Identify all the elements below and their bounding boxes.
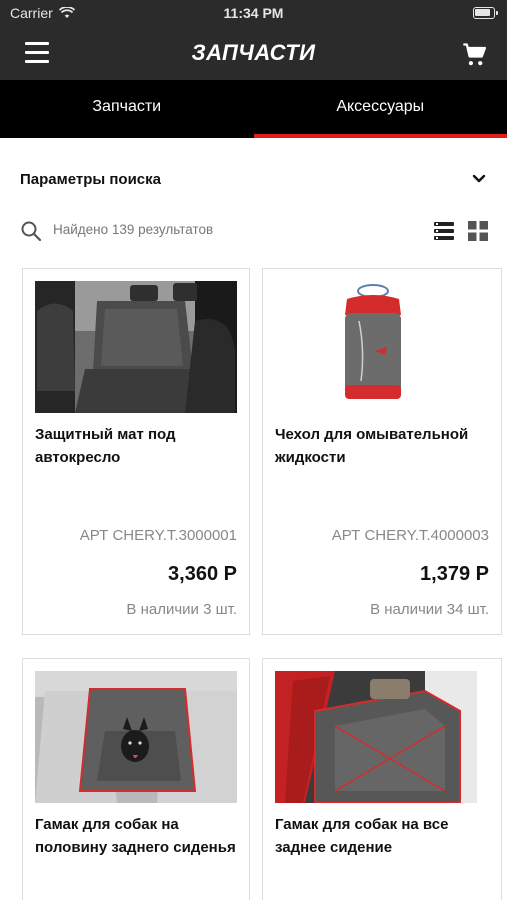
list-view-icon[interactable]: [433, 220, 455, 242]
product-card[interactable]: Гамак для собак на все заднее сидение: [262, 658, 502, 900]
tab-accessories[interactable]: Аксессуары: [253, 80, 507, 138]
status-bar: Carrier 11:34 PM: [0, 0, 507, 28]
product-card[interactable]: Защитный мат под автокресло АРТ CHERY.T.…: [22, 268, 250, 635]
cart-button[interactable]: [461, 41, 489, 69]
product-stock: В наличии 3 шт.: [126, 601, 237, 618]
product-title: Чехол для омывательной жидкости: [275, 426, 469, 466]
product-image-washer-fluid-bag: [275, 281, 477, 413]
product-title: Защитный мат под автокресло: [35, 426, 176, 466]
battery-icon: [473, 7, 498, 19]
status-time: 11:34 PM: [223, 5, 284, 21]
search-parameters-label: Параметры поиска: [20, 171, 161, 188]
product-image-seat-mat: [35, 281, 237, 413]
product-image-dog-hammock-half: [35, 671, 237, 803]
product-stock: В наличии 34 шт.: [370, 601, 489, 618]
product-sku: АРТ CHERY.T.4000003: [331, 527, 489, 544]
app-title: ЗАПЧАСТИ: [191, 40, 316, 65]
nav-bar: ЗАПЧАСТИ: [0, 28, 507, 80]
grid-view-icon[interactable]: [467, 220, 489, 242]
product-title: Гамак для собак на половину заднего сиде…: [35, 816, 236, 856]
results-row: Найдено 139 результатов: [0, 216, 507, 246]
cart-icon: [463, 43, 487, 66]
product-card[interactable]: Чехол для омывательной жидкости АРТ CHER…: [262, 268, 502, 635]
tab-parts[interactable]: Запчасти: [0, 80, 254, 138]
chevron-down-icon: [472, 174, 486, 183]
product-card[interactable]: Гамак для собак на половину заднего сиде…: [22, 658, 250, 900]
product-image-dog-hammock-full: [275, 671, 477, 803]
product-sku: АРТ CHERY.T.3000001: [79, 527, 237, 544]
tab-bar: Запчасти Аксессуары: [0, 80, 507, 138]
search-icon[interactable]: [20, 220, 42, 242]
results-count: Найдено 139 результатов: [53, 222, 214, 237]
product-title: Гамак для собак на все заднее сидение: [275, 816, 449, 856]
product-price: 1,379 Р: [420, 563, 489, 585]
product-price: 3,360 Р: [168, 563, 237, 585]
search-parameters-toggle[interactable]: Параметры поиска: [0, 160, 507, 200]
